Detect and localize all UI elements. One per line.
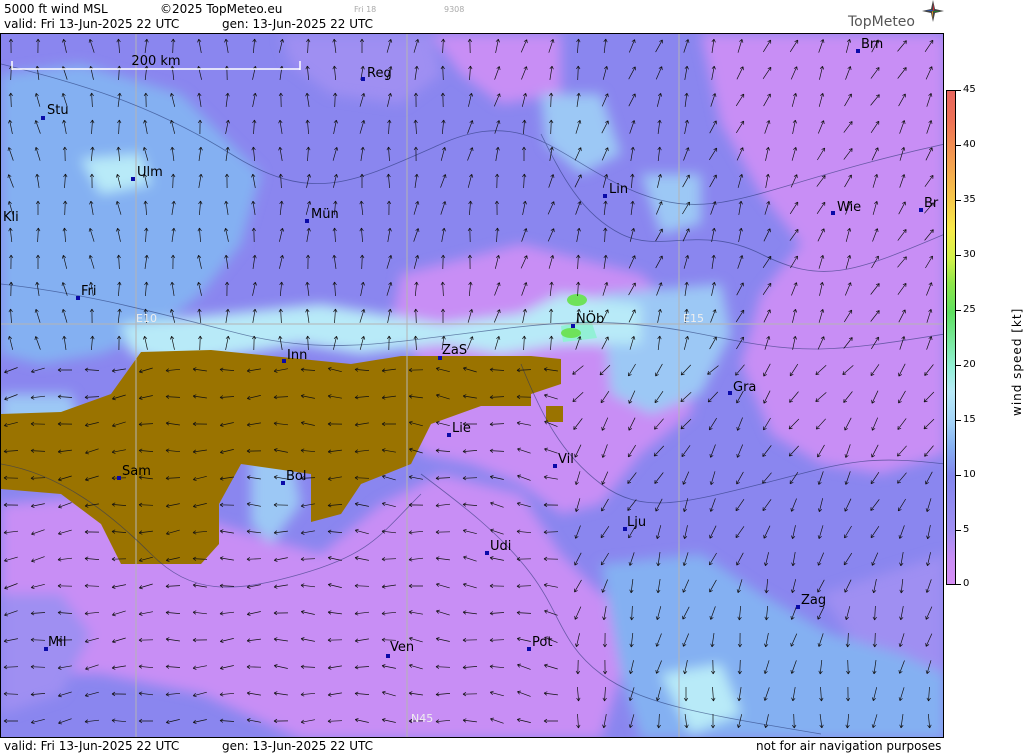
svg-text:ZaS: ZaS — [442, 343, 467, 358]
colorbar-tick — [956, 420, 961, 421]
svg-text:Gra: Gra — [733, 380, 756, 395]
generated-time: gen: 13-Jun-2025 22 UTC — [222, 17, 374, 31]
svg-text:Fri: Fri — [81, 284, 97, 299]
svg-text:Mün: Mün — [311, 207, 339, 222]
terrain-mask — [546, 406, 563, 422]
svg-text:Kli: Kli — [3, 210, 19, 225]
svg-text:Wie: Wie — [837, 200, 861, 215]
colorbar-tick — [956, 584, 961, 585]
wind-map[interactable]: E10 E15 N45 200 km Stu Ulm Reg Brn Kli M… — [0, 33, 944, 738]
colorbar-tick-label: 25 — [963, 304, 976, 315]
colorbar-tick-label: 35 — [963, 194, 976, 205]
header-bar: 5000 ft wind MSL ©2025 TopMeteo.eu Fri 1… — [0, 0, 944, 33]
svg-text:Lie: Lie — [452, 421, 471, 436]
svg-text:Pot: Pot — [532, 635, 552, 650]
city-brn[interactable]: Brn — [856, 37, 883, 53]
faint-code-text: 9308 — [444, 5, 465, 14]
city-mun[interactable]: Mün — [305, 207, 339, 223]
svg-text:Vil: Vil — [558, 452, 574, 467]
svg-text:Lju: Lju — [627, 515, 646, 530]
scale-bar-label: 200 km — [131, 54, 180, 69]
wind-map-canvas: E10 E15 N45 200 km Stu Ulm Reg Brn Kli M… — [1, 34, 943, 737]
svg-text:Lin: Lin — [609, 182, 628, 197]
city-kli[interactable]: Kli — [3, 210, 19, 225]
colorbar-tick — [956, 475, 961, 476]
svg-text:Mil: Mil — [48, 635, 66, 650]
colorbar-tick-label: 5 — [963, 524, 970, 535]
city-nob[interactable]: NÖb — [571, 310, 604, 328]
city-zag[interactable]: Zag — [796, 593, 826, 609]
grid-label-e15: E15 — [683, 312, 704, 325]
city-mil[interactable]: Mil — [44, 635, 66, 651]
footer-bar: valid: Fri 13-Jun-2025 22 UTC gen: 13-Ju… — [0, 738, 944, 753]
svg-text:Zag: Zag — [801, 593, 826, 608]
svg-text:Udi: Udi — [490, 539, 511, 554]
disclaimer-text: not for air navigation purposes — [756, 739, 942, 753]
colorbar-tick-label: 15 — [963, 414, 976, 425]
colorbar-tick — [956, 145, 961, 146]
svg-text:Inn: Inn — [287, 348, 307, 363]
colorbar-tick-label: 40 — [963, 139, 976, 150]
copyright-text: ©2025 TopMeteo.eu — [160, 2, 283, 16]
city-lju[interactable]: Lju — [623, 515, 646, 531]
svg-text:Br: Br — [924, 196, 939, 211]
city-sam[interactable]: Sam — [117, 464, 151, 480]
svg-text:Sam: Sam — [122, 464, 151, 479]
colorbar-label: wind speed [kt] — [1010, 307, 1024, 416]
wind-speed-colorbar — [946, 90, 956, 585]
colorbar-tick — [956, 310, 961, 311]
colorbar-tick — [956, 255, 961, 256]
grid-label-n45: N45 — [411, 712, 433, 725]
svg-text:Brn: Brn — [861, 37, 883, 52]
colorbar-tick-label: 20 — [963, 359, 976, 370]
colorbar-tick — [956, 365, 961, 366]
svg-text:Reg: Reg — [367, 66, 392, 81]
colorbar-tick — [956, 200, 961, 201]
footer-valid-time: valid: Fri 13-Jun-2025 22 UTC — [4, 739, 180, 753]
product-title: 5000 ft wind MSL — [4, 2, 108, 16]
svg-text:Ven: Ven — [390, 640, 414, 655]
compass-star-icon — [922, 0, 944, 22]
wind-area-25kt — [567, 294, 587, 306]
colorbar-tick-label: 30 — [963, 249, 976, 260]
svg-text:Bol: Bol — [286, 469, 306, 484]
topmeteo-logo: TopMeteo — [848, 14, 915, 30]
city-zas[interactable]: ZaS — [438, 343, 467, 360]
footer-generated-time: gen: 13-Jun-2025 22 UTC — [222, 739, 374, 753]
colorbar-tick-label: 0 — [963, 578, 970, 589]
svg-text:NÖb: NÖb — [576, 310, 604, 327]
colorbar-tick — [956, 530, 961, 531]
colorbar-tick — [956, 90, 961, 91]
svg-text:Ulm: Ulm — [137, 165, 163, 180]
city-gra[interactable]: Gra — [728, 380, 756, 395]
svg-text:Stu: Stu — [47, 103, 69, 118]
grid-label-e10: E10 — [136, 312, 157, 325]
wind-area-25kt — [561, 328, 581, 338]
valid-time: valid: Fri 13-Jun-2025 22 UTC — [4, 17, 180, 31]
faint-day-text: Fri 18 — [354, 5, 377, 14]
colorbar-tick-label: 45 — [963, 84, 976, 95]
colorbar-tick-label: 10 — [963, 469, 976, 480]
